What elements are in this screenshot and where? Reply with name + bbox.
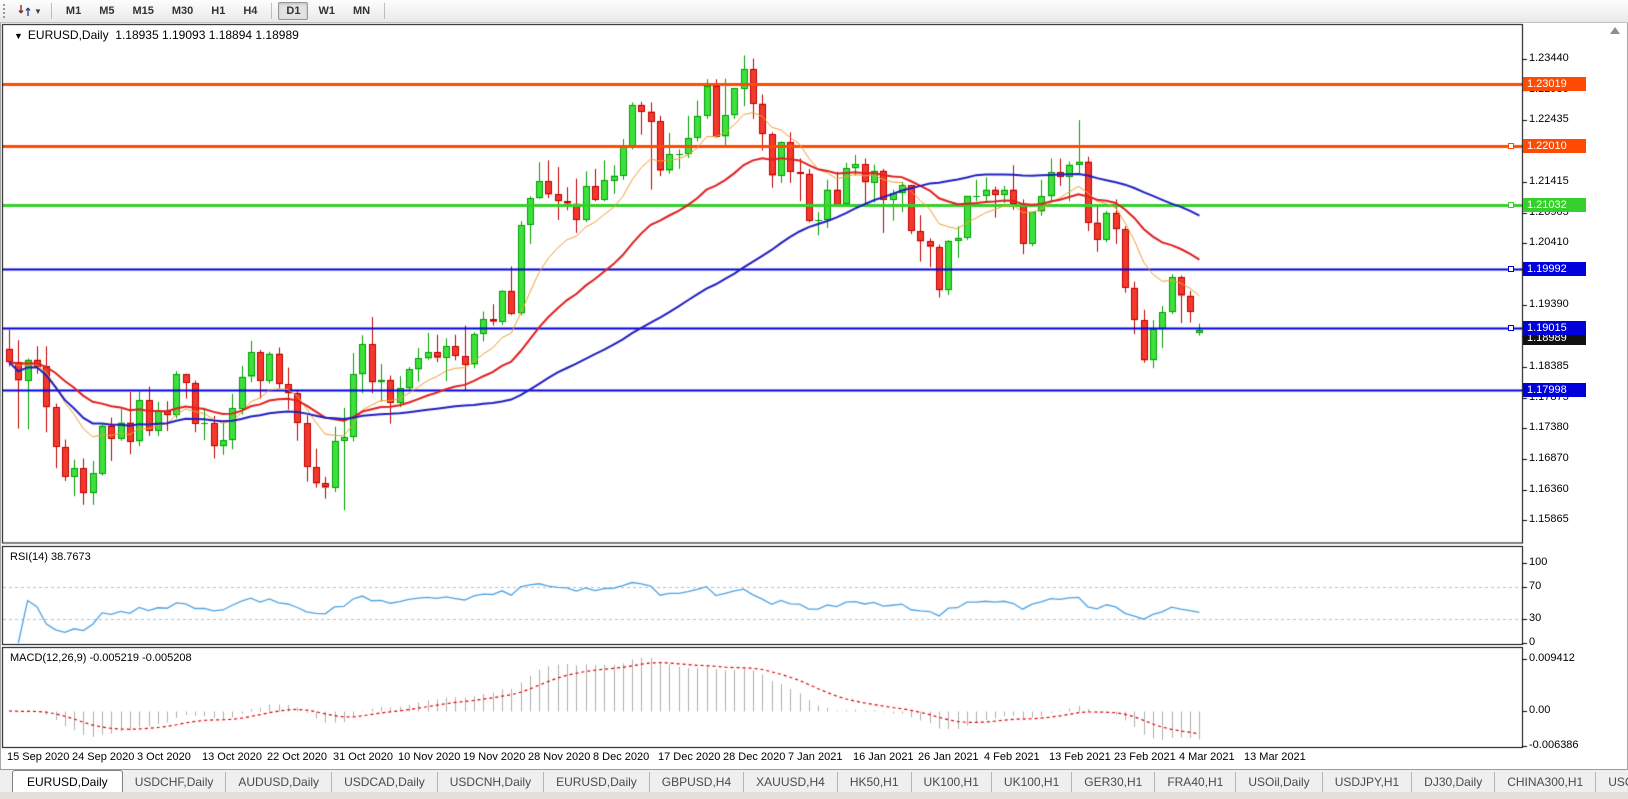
timeframe-buttons: M1M5M15M30H1H4 D1W1MN [57,2,379,20]
scroll-up-icon[interactable] [1610,27,1620,34]
timeframe-button-M5[interactable]: M5 [91,2,122,20]
chart-tab-USDJPY-H1[interactable]: USDJPY,H1 [1323,772,1412,793]
date-label: 31 Oct 2020 [333,751,393,763]
price-tick: 1.18385 [1529,360,1569,372]
chart-tab-EURUSD-Daily[interactable]: EURUSD,Daily [12,770,123,793]
price-badge-1.21032: 1.21032 [1523,198,1586,212]
date-label: 13 Feb 2021 [1049,751,1111,763]
timeframe-button-M1[interactable]: M1 [58,2,89,20]
chart-tab-USDCNH-Daily[interactable]: USDCNH,Daily [438,772,544,793]
chart-tab-USOil-[interactable]: USOil, [1596,772,1628,793]
date-label: 10 Nov 2020 [398,751,460,763]
rsi-tick: 100 [1529,556,1547,568]
chart-symbol-period: EURUSD,Daily [28,28,109,42]
timeframe-button-M30[interactable]: M30 [164,2,201,20]
macd-label: MACD(12,26,9) -0.005219 -0.005208 [10,652,192,664]
timeframe-button-M15[interactable]: M15 [124,2,161,20]
date-label: 4 Feb 2021 [984,751,1040,763]
chart-tab-GER30-H1[interactable]: GER30,H1 [1072,772,1155,793]
macd-tick: 0.00 [1529,704,1550,716]
date-label: 26 Jan 2021 [918,751,979,763]
date-label: 16 Jan 2021 [853,751,914,763]
date-label: 17 Dec 2020 [658,751,720,763]
date-label: 19 Nov 2020 [463,751,525,763]
chart-ohlc-values: 1.18935 1.19093 1.18894 1.18989 [115,28,299,42]
date-label: 24 Sep 2020 [72,751,134,763]
price-tick: 1.23440 [1529,52,1569,64]
toolbar-grip[interactable] [3,4,12,18]
price-badge-1.19015: 1.19015 [1523,321,1586,335]
chart-tab-XAUUSD-H4[interactable]: XAUUSD,H4 [744,772,838,793]
chart-tabs-bar: EURUSD,DailyUSDCHF,DailyAUDUSD,DailyUSDC… [0,769,1628,793]
timeframe-button-H4[interactable]: H4 [235,2,265,20]
date-label: 8 Dec 2020 [593,751,649,763]
chart-tab-AUDUSD-Daily[interactable]: AUDUSD,Daily [226,772,332,793]
chart-tab-USOil-Daily[interactable]: USOil,Daily [1236,772,1322,793]
date-label: 28 Dec 2020 [723,751,785,763]
price-tick: 1.22435 [1529,113,1569,125]
price-badge-1.17998: 1.17998 [1523,383,1586,397]
price-tick: 1.15865 [1529,513,1569,525]
price-badge-1.23019: 1.23019 [1523,77,1586,91]
rsi-tick: 70 [1529,580,1541,592]
chart-tab-USDCAD-Daily[interactable]: USDCAD,Daily [332,772,438,793]
chart-tab-USDCHF-Daily[interactable]: USDCHF,Daily [123,772,227,793]
rsi-tick: 30 [1529,612,1541,624]
price-tick: 1.17380 [1529,421,1569,433]
rsi-label: RSI(14) 38.7673 [10,551,91,563]
toolbar-separator [271,3,272,19]
chart-tab-DJ30-Daily[interactable]: DJ30,Daily [1412,772,1495,793]
rsi-tick: 0 [1529,636,1535,648]
chart-title: ▼ EURUSD,Daily 1.18935 1.19093 1.18894 1.… [14,28,299,42]
timeframe-button-D1[interactable]: D1 [278,2,308,20]
price-arrows-icon[interactable] [17,3,33,19]
date-label: 22 Oct 2020 [267,751,327,763]
chart-tab-FRA40-H1[interactable]: FRA40,H1 [1155,772,1236,793]
price-chart-canvas[interactable] [0,0,1628,799]
hline-handle[interactable] [1508,143,1514,149]
timeframe-button-W1[interactable]: W1 [310,2,343,20]
chart-tab-GBPUSD-H4[interactable]: GBPUSD,H4 [650,772,744,793]
price-tick: 1.16360 [1529,483,1569,495]
hline-handle[interactable] [1508,325,1514,331]
timeframe-button-MN[interactable]: MN [345,2,378,20]
date-label: 3 Oct 2020 [137,751,191,763]
price-tick: 1.20410 [1529,236,1569,248]
hline-handle[interactable] [1508,266,1514,272]
date-label: 28 Nov 2020 [528,751,590,763]
chart-tab-UK100-H1[interactable]: UK100,H1 [912,772,992,793]
timeframes-toolbar: ▼ M1M5M15M30H1H4 D1W1MN [0,0,1628,23]
price-badge-1.19992: 1.19992 [1523,262,1586,276]
date-label: 15 Sep 2020 [7,751,69,763]
symbol-collapse-icon[interactable]: ▼ [14,31,23,41]
date-label: 4 Mar 2021 [1179,751,1235,763]
macd-tick: 0.009412 [1529,652,1575,664]
chart-tab-CHINA300-H1[interactable]: CHINA300,H1 [1495,772,1596,793]
price-badge-1.22010: 1.22010 [1523,139,1586,153]
date-label: 13 Mar 2021 [1244,751,1306,763]
price-tick: 1.21415 [1529,175,1569,187]
periods-dropdown-caret[interactable]: ▼ [34,7,42,16]
macd-tick: -0.006386 [1529,739,1579,751]
window-bottom-edge [0,792,1628,799]
date-label: 23 Feb 2021 [1114,751,1176,763]
chart-tab-UK100-H1[interactable]: UK100,H1 [992,772,1072,793]
chart-tab-EURUSD-Daily[interactable]: EURUSD,Daily [544,772,650,793]
toolbar-separator [384,3,385,19]
chart-tab-HK50-H1[interactable]: HK50,H1 [838,772,912,793]
date-label: 13 Oct 2020 [202,751,262,763]
date-label: 7 Jan 2021 [788,751,842,763]
price-tick: 1.16870 [1529,452,1569,464]
toolbar-separator [51,3,52,19]
timeframe-button-H1[interactable]: H1 [203,2,233,20]
hline-handle[interactable] [1508,202,1514,208]
price-tick: 1.19390 [1529,298,1569,310]
